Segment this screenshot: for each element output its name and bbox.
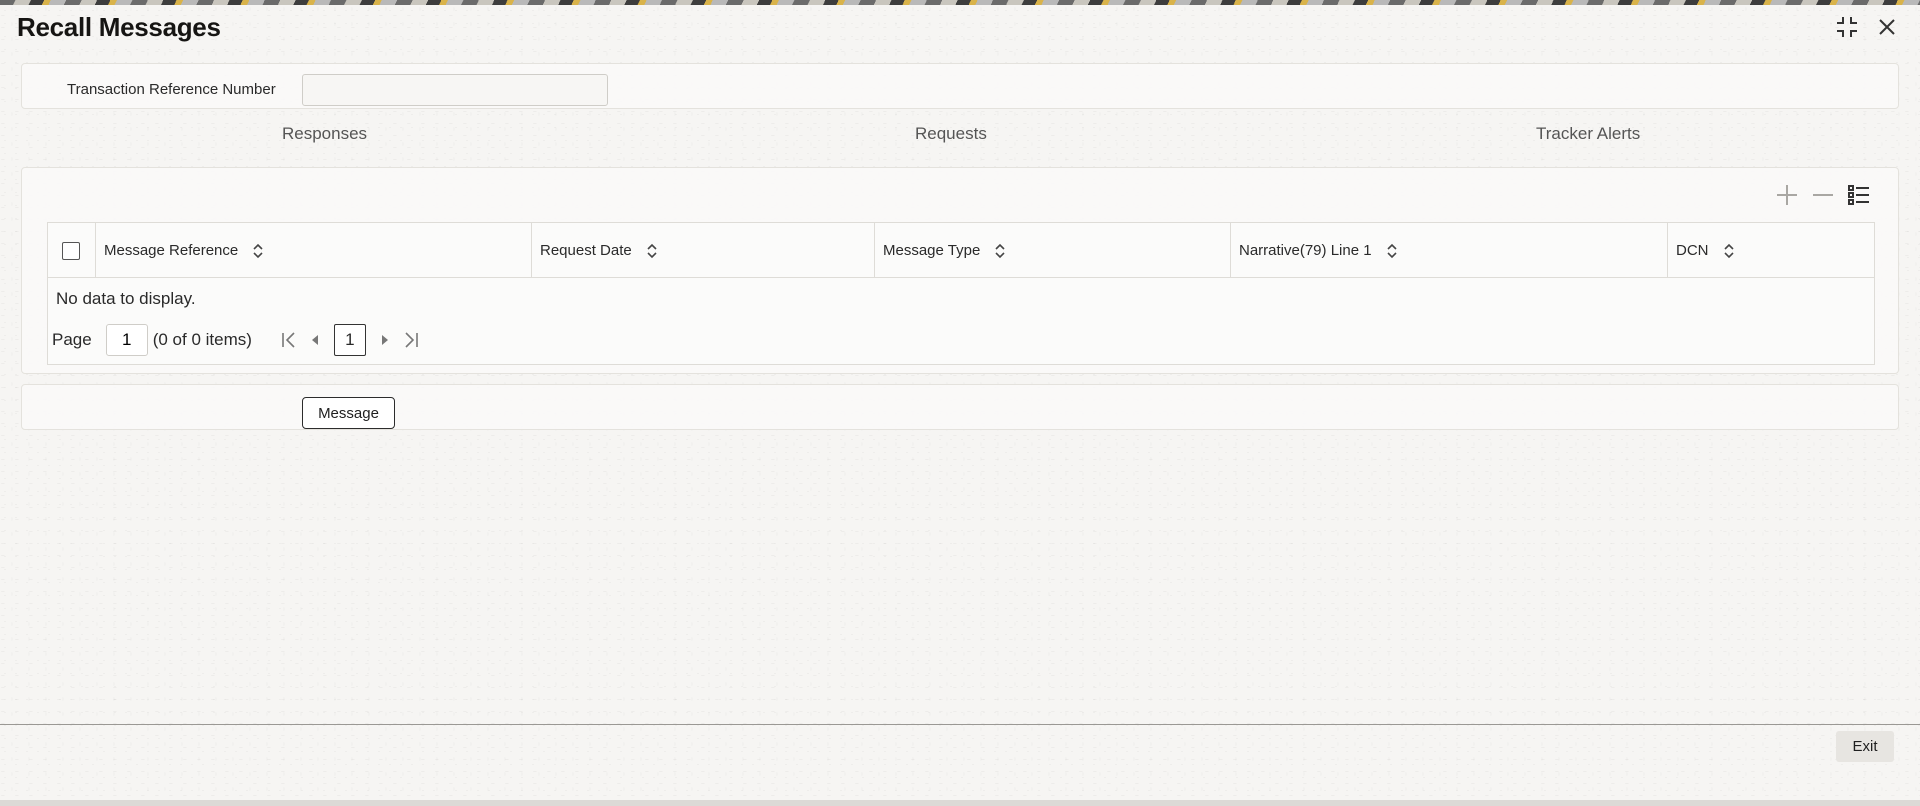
sort-icon[interactable] bbox=[252, 243, 264, 259]
column-dcn[interactable]: DCN bbox=[1668, 223, 1874, 278]
prev-page-icon[interactable] bbox=[302, 327, 328, 353]
sort-icon[interactable] bbox=[646, 243, 658, 259]
column-label: DCN bbox=[1676, 242, 1709, 259]
transaction-reference-input[interactable] bbox=[302, 74, 608, 106]
column-message-type[interactable]: Message Type bbox=[875, 223, 1231, 278]
column-label: Message Type bbox=[883, 242, 981, 259]
exit-button[interactable]: Exit bbox=[1836, 731, 1894, 762]
column-label: Request Date bbox=[540, 242, 632, 259]
column-request-date[interactable]: Request Date bbox=[532, 223, 875, 278]
maximize-icon[interactable] bbox=[1834, 14, 1860, 40]
sort-icon[interactable] bbox=[1723, 243, 1735, 259]
empty-message: No data to display. bbox=[56, 289, 196, 308]
tab-responses[interactable]: Responses bbox=[282, 124, 367, 144]
last-page-icon[interactable] bbox=[398, 327, 424, 353]
reference-panel: Transaction Reference Number bbox=[21, 63, 1899, 109]
close-icon[interactable] bbox=[1874, 14, 1900, 40]
next-page-icon[interactable] bbox=[372, 327, 398, 353]
messages-table: Message Reference Request Date Message T… bbox=[47, 222, 1875, 365]
bottom-strip bbox=[0, 800, 1920, 806]
minus-icon[interactable] bbox=[1810, 182, 1836, 208]
pagination: Page (0 of 0 items) 1 bbox=[52, 323, 424, 357]
select-all-column bbox=[48, 223, 96, 278]
column-label: Narrative(79) Line 1 bbox=[1239, 242, 1372, 259]
header-decoration bbox=[0, 0, 1920, 5]
tab-bar: Responses Requests Tracker Alerts bbox=[0, 124, 1920, 150]
transaction-reference-label: Transaction Reference Number bbox=[67, 81, 276, 98]
plus-icon[interactable] bbox=[1774, 182, 1800, 208]
column-message-reference[interactable]: Message Reference bbox=[96, 223, 532, 278]
tab-requests[interactable]: Requests bbox=[915, 124, 987, 144]
message-panel: Message bbox=[21, 384, 1899, 430]
sort-icon[interactable] bbox=[1386, 243, 1398, 259]
current-page[interactable]: 1 bbox=[333, 324, 366, 356]
page-title: Recall Messages bbox=[17, 12, 221, 42]
sort-icon[interactable] bbox=[994, 243, 1006, 259]
column-label: Message Reference bbox=[104, 242, 239, 259]
grid-panel: Message Reference Request Date Message T… bbox=[21, 167, 1899, 374]
grid-toolbar bbox=[1774, 182, 1872, 208]
table-header: Message Reference Request Date Message T… bbox=[48, 223, 1874, 278]
page-number-input[interactable] bbox=[105, 324, 148, 356]
footer-divider bbox=[0, 724, 1920, 725]
window-controls bbox=[1834, 14, 1900, 40]
message-button[interactable]: Message bbox=[302, 397, 395, 429]
tab-tracker-alerts[interactable]: Tracker Alerts bbox=[1536, 124, 1640, 144]
column-narrative-line-1[interactable]: Narrative(79) Line 1 bbox=[1231, 223, 1668, 278]
page-label: Page bbox=[52, 330, 92, 349]
list-icon[interactable] bbox=[1846, 182, 1872, 208]
items-count: (0 of 0 items) bbox=[152, 330, 252, 349]
first-page-icon[interactable] bbox=[276, 327, 302, 353]
select-all-checkbox[interactable] bbox=[62, 241, 80, 260]
